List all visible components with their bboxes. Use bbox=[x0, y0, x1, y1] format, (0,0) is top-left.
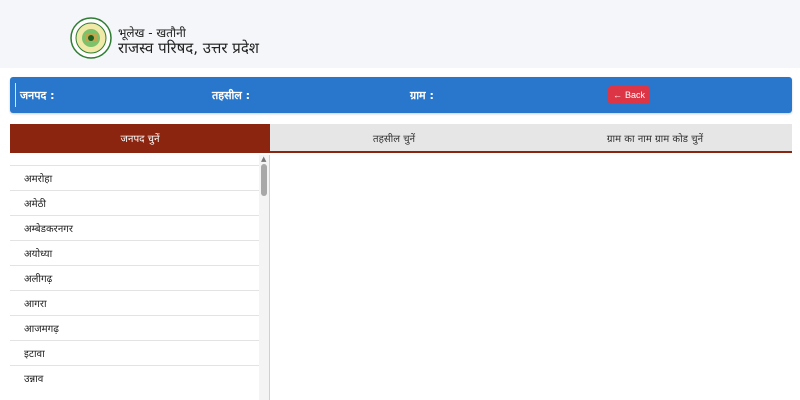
district-list-item[interactable]: इटावा bbox=[10, 340, 260, 365]
scrollbar-thumb[interactable] bbox=[261, 164, 267, 196]
district-list-panel: अमरोहा अमेठी अम्बेडकरनगर अयोध्या अलीगढ़ … bbox=[10, 155, 270, 400]
district-list-item[interactable]: अम्बेडकरनगर bbox=[10, 215, 260, 240]
village-label: ग्राम : bbox=[410, 89, 434, 102]
district-list-item[interactable]: अमेठी bbox=[10, 190, 260, 215]
site-header: भूलेख - खतौनी राजस्व परिषद, उत्तर प्रदेश bbox=[0, 0, 800, 68]
district-list-item[interactable]: आगरा bbox=[10, 290, 260, 315]
district-list-item[interactable]: अयोध्या bbox=[10, 240, 260, 265]
list-scrollbar[interactable]: ▲ bbox=[259, 155, 269, 400]
tab-select-district[interactable]: जनपद चुनें bbox=[10, 124, 270, 151]
brand-title: राजस्व परिषद, उत्तर प्रदेश bbox=[118, 39, 259, 57]
tab-select-village[interactable]: ग्राम का नाम ग्राम कोड चुनें bbox=[518, 124, 792, 151]
back-button[interactable]: ← Back bbox=[608, 86, 650, 104]
selection-tabs: जनपद चुनें तहसील चुनें ग्राम का नाम ग्रा… bbox=[10, 124, 792, 153]
selection-info-bar: जनपद : तहसील : ग्राम : ← Back bbox=[10, 77, 792, 113]
tehsil-label: तहसील : bbox=[212, 89, 251, 102]
arrow-left-icon: ← bbox=[612, 89, 622, 100]
scroll-up-arrow-icon[interactable]: ▲ bbox=[261, 156, 266, 163]
tab-select-tehsil[interactable]: तहसील चुनें bbox=[270, 124, 518, 151]
district-list-item[interactable]: अमरोहा bbox=[10, 165, 260, 190]
district-label: जनपद : bbox=[20, 89, 55, 102]
district-list-item[interactable]: आजमगढ़ bbox=[10, 315, 260, 340]
emblem-seal-icon bbox=[70, 17, 112, 59]
district-list: अमरोहा अमेठी अम्बेडकरनगर अयोध्या अलीगढ़ … bbox=[10, 165, 260, 390]
back-button-label: Back bbox=[624, 90, 645, 100]
district-list-item[interactable]: अलीगढ़ bbox=[10, 265, 260, 290]
district-list-item[interactable]: उन्नाव bbox=[10, 365, 260, 390]
